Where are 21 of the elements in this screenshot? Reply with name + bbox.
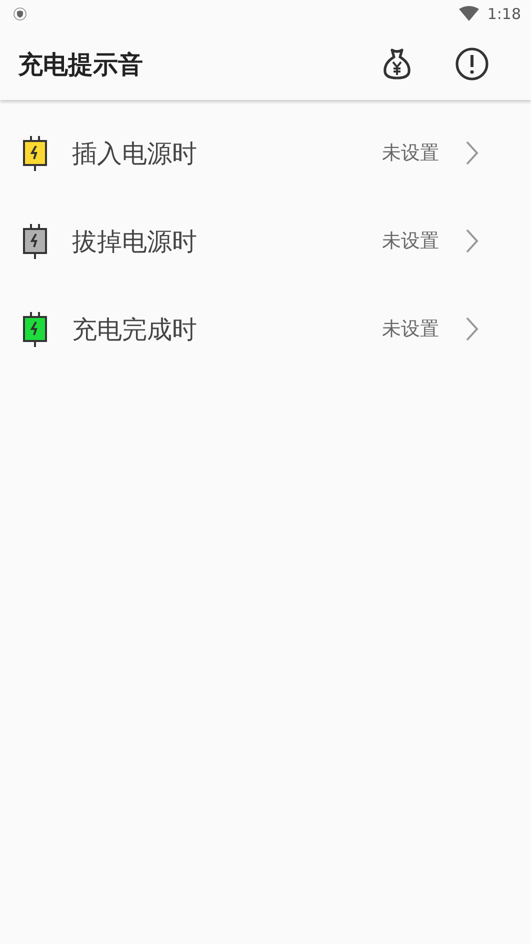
- app-title: 充电提示音: [18, 48, 143, 80]
- wifi-icon: [459, 6, 480, 22]
- status-time: 1:18: [487, 5, 521, 23]
- chevron-right-icon: [465, 316, 479, 342]
- info-icon[interactable]: [455, 47, 489, 81]
- setting-row[interactable]: 插入电源时 未设置: [0, 109, 531, 197]
- chevron-right-icon: [465, 228, 479, 254]
- row-label: 充电完成时: [72, 314, 197, 346]
- shield-icon: [13, 7, 27, 21]
- row-label: 拔掉电源时: [72, 226, 197, 258]
- row-label: 插入电源时: [72, 138, 197, 170]
- plug-icon: [22, 310, 48, 348]
- row-value: 未设置: [382, 317, 439, 342]
- chevron-right-icon: [465, 140, 479, 166]
- row-value: 未设置: [382, 229, 439, 254]
- plug-icon: [22, 222, 48, 260]
- row-value: 未设置: [382, 141, 439, 166]
- setting-row[interactable]: 拔掉电源时 未设置: [0, 197, 531, 285]
- setting-row[interactable]: 充电完成时 未设置: [0, 285, 531, 373]
- plug-icon: [22, 134, 48, 172]
- money-bag-icon[interactable]: [381, 47, 413, 81]
